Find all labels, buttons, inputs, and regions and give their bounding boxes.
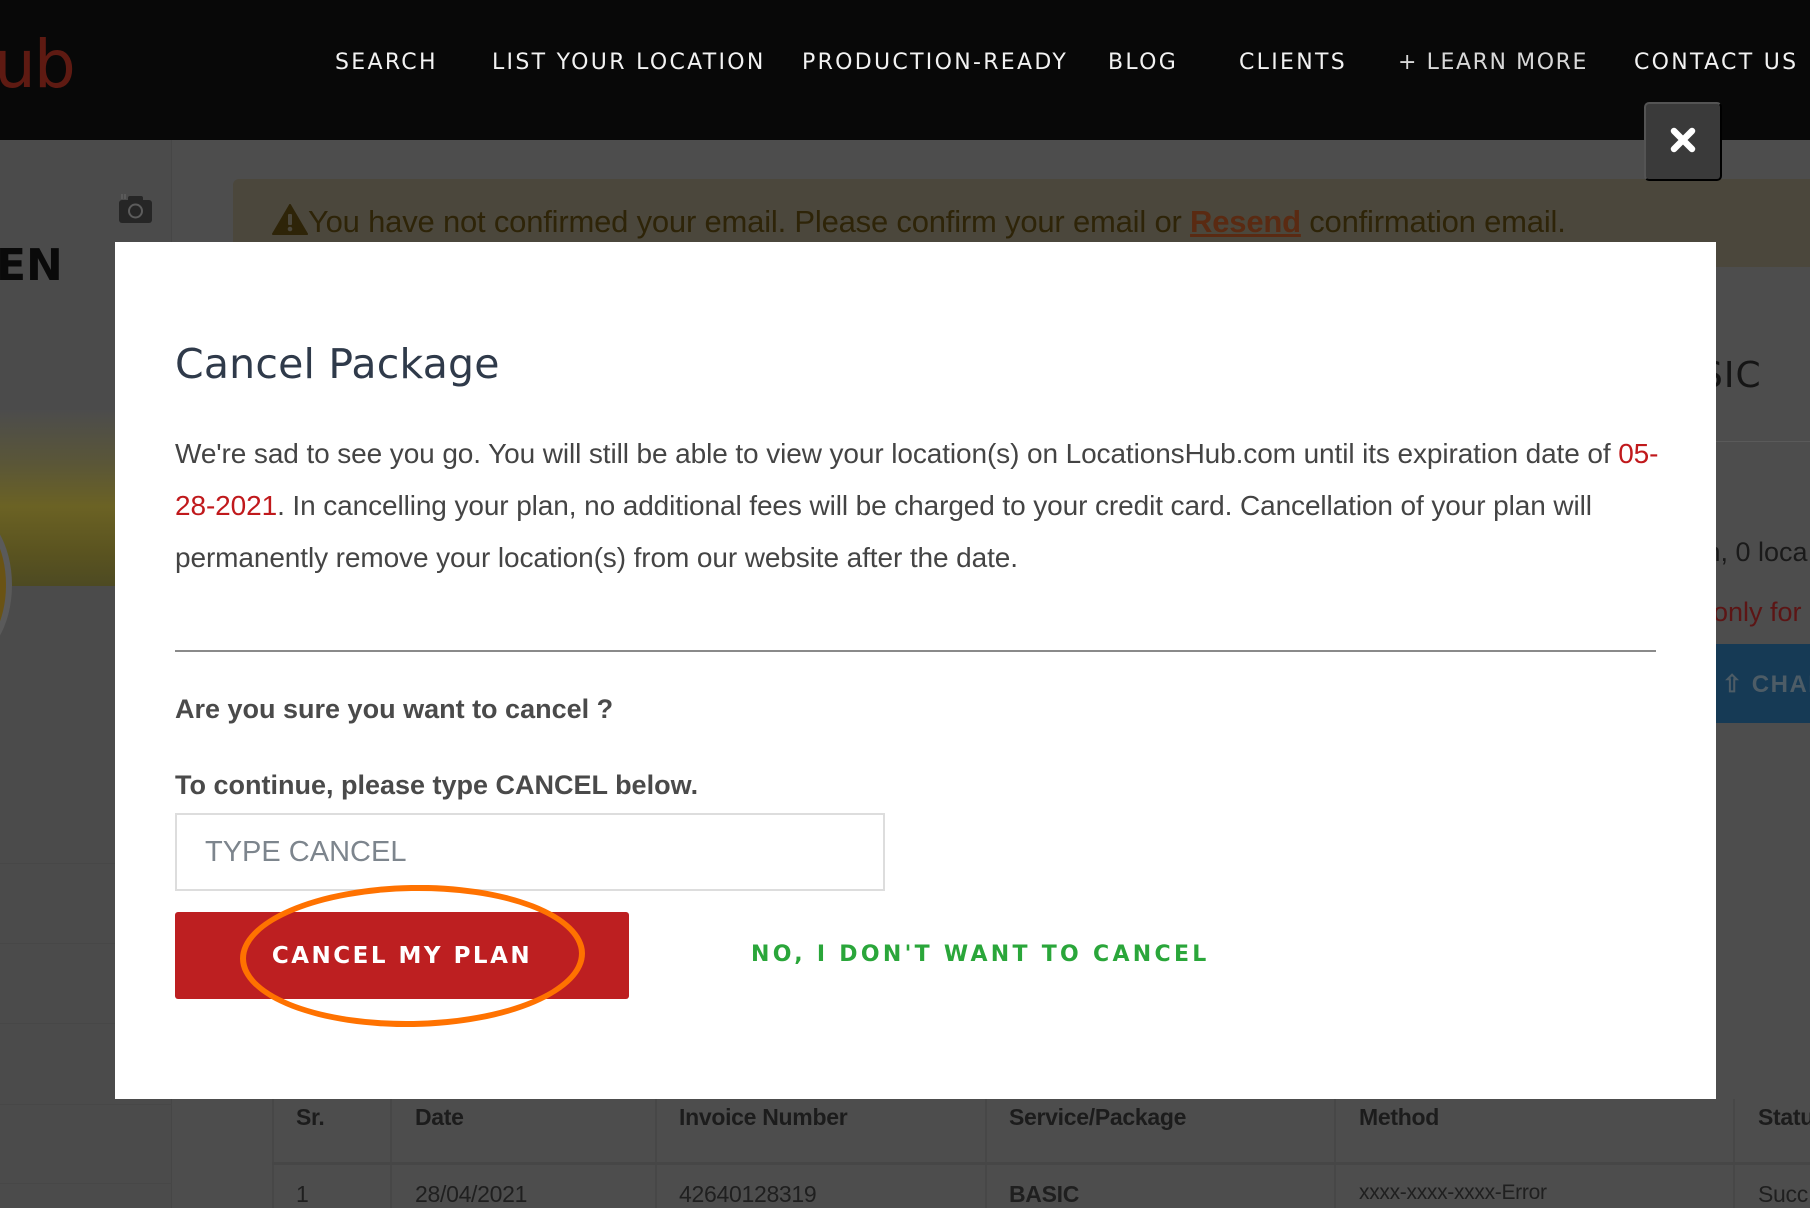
cell-date: 28/04/2021 — [415, 1181, 528, 1207]
top-navbar: ub SEARCH LIST YOUR LOCATION PRODUCTION-… — [0, 0, 1810, 140]
camera-icon[interactable] — [119, 193, 152, 223]
description-part-2: . In cancelling your plan, no additional… — [175, 490, 1592, 573]
modal-close-button[interactable] — [1644, 102, 1722, 181]
nav-contact-us[interactable]: CONTACT US — [1634, 50, 1798, 75]
cell-invoice-number[interactable]: 42640128319 — [679, 1181, 817, 1208]
column-header-date[interactable]: Date — [415, 1104, 464, 1131]
profile-name: EN — [0, 240, 63, 291]
cancel-package-modal: Cancel Package We're sad to see you go. … — [115, 242, 1716, 1099]
alert-text-before: You have not confirmed your email. Pleas… — [308, 204, 1191, 239]
confirm-question: Are you sure you want to cancel ? — [175, 694, 614, 724]
alert-text-after: confirmation email. — [1300, 204, 1566, 239]
confirm-instruction: To continue, please type CANCEL below. — [175, 770, 699, 800]
cancel-my-plan-button[interactable]: CANCEL MY PLAN — [175, 912, 629, 999]
table-border — [272, 1099, 274, 1208]
upload-arrow-icon: ⇧ — [1722, 671, 1744, 698]
cell-sr: 1 — [296, 1181, 309, 1207]
change-plan-label: CHAN — [1751, 671, 1810, 698]
table-border — [1334, 1099, 1336, 1208]
modal-description: We're sad to see you go. You will still … — [175, 428, 1695, 584]
warning-triangle-icon — [272, 204, 308, 235]
column-header-method[interactable]: Method — [1359, 1104, 1439, 1131]
column-header-service-package[interactable]: Service/Package — [1009, 1104, 1186, 1131]
alert-message: You have not confirmed your email. Pleas… — [272, 204, 1566, 240]
cell-method: xxxx-xxxx-xxxx-Error — [1359, 1181, 1547, 1204]
nav-blog[interactable]: BLOG — [1108, 50, 1178, 75]
plan-card-divider — [1716, 441, 1810, 442]
nav-clients[interactable]: CLIENTS — [1239, 50, 1347, 75]
nav-production-ready[interactable]: PRODUCTION-READY — [802, 50, 1068, 75]
column-header-invoice-number[interactable]: Invoice Number — [679, 1104, 848, 1131]
invoice-table: Sr. Date Invoice Number Service/Package … — [272, 1099, 1810, 1208]
table-border — [1733, 1099, 1735, 1208]
cell-status: Succ — [1758, 1181, 1808, 1207]
table-border — [390, 1099, 392, 1208]
type-cancel-input[interactable] — [175, 813, 885, 891]
column-header-sr[interactable]: Sr. — [296, 1104, 325, 1131]
cell-service-package: BASIC — [1009, 1181, 1080, 1207]
nav-search[interactable]: SEARCH — [335, 50, 438, 75]
table-border — [655, 1099, 657, 1208]
sidebar-divider — [0, 1183, 172, 1184]
cover-photo — [0, 410, 115, 586]
close-icon — [1670, 127, 1696, 156]
table-header-divider — [272, 1162, 1810, 1165]
sidebar-divider — [0, 1104, 172, 1105]
change-plan-button[interactable]: ⇧ CHAN — [1716, 644, 1810, 723]
modal-title: Cancel Package — [175, 340, 500, 388]
description-part-1: We're sad to see you go. You will still … — [175, 438, 1619, 469]
nav-list-your-location[interactable]: LIST YOUR LOCATION — [492, 50, 766, 75]
nav-learn-more[interactable]: + LEARN MORE — [1398, 50, 1588, 75]
column-header-status[interactable]: Statu — [1758, 1104, 1810, 1131]
table-border — [985, 1099, 987, 1208]
resend-link[interactable]: Resend — [1190, 204, 1301, 239]
keep-plan-link[interactable]: NO, I DON'T WANT TO CANCEL — [751, 942, 1210, 967]
site-logo[interactable]: ub — [0, 26, 76, 103]
modal-divider — [175, 650, 1656, 652]
